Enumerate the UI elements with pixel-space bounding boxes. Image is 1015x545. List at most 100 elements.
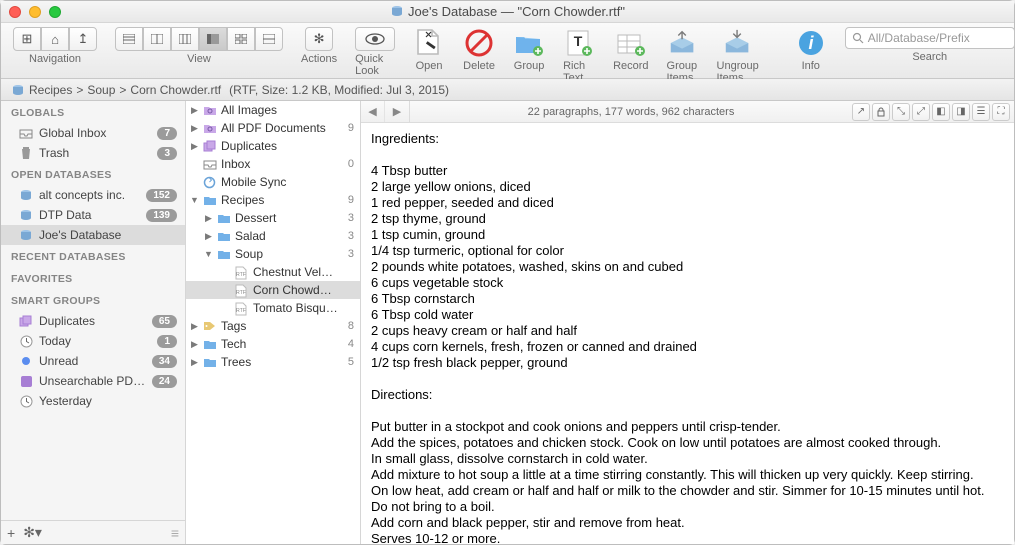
text-view-button[interactable]: ☰ — [972, 103, 990, 121]
zoom-window-button[interactable] — [49, 6, 61, 18]
browser-row[interactable]: ▼ Soup 3 — [186, 245, 360, 263]
browser-row-count: 9 — [342, 122, 354, 134]
view-split-button[interactable] — [143, 27, 171, 51]
sidebar-item[interactable]: Today 1 — [1, 331, 185, 351]
sidebar-item-label: Joe's Database — [39, 228, 177, 242]
sidebar-item[interactable]: Global Inbox 7 — [1, 123, 185, 143]
action-menu-button[interactable]: ✻▾ — [23, 524, 42, 541]
ungroup-items-button[interactable] — [722, 27, 754, 59]
open-button[interactable] — [413, 27, 445, 59]
browser-row[interactable]: ▶ All PDF Documents 9 — [186, 119, 360, 137]
browser-row[interactable]: ▶ Tags 8 — [186, 317, 360, 335]
move-button[interactable]: ⤢ — [912, 103, 930, 121]
record-button[interactable] — [615, 27, 647, 59]
disclosure-triangle-icon[interactable]: ▶ — [190, 321, 199, 332]
browser-row-label: Inbox — [221, 157, 338, 171]
width-fit-button[interactable]: ⤡ — [892, 103, 910, 121]
browser-row-count: 4 — [342, 338, 354, 350]
sidebar-item[interactable]: DTP Data 139 — [1, 205, 185, 225]
navigate-up-button[interactable]: ↥ — [69, 27, 97, 51]
folder-b-icon — [217, 248, 231, 260]
group-items-button[interactable] — [667, 27, 699, 59]
view-columns-button[interactable] — [171, 27, 199, 51]
resize-handle-icon[interactable]: ≡ — [171, 525, 179, 541]
pdf-icon — [19, 374, 33, 388]
doc-prev-button[interactable]: ◀ — [361, 101, 385, 122]
path-segment[interactable]: Recipes — [29, 83, 72, 97]
minimize-window-button[interactable] — [29, 6, 41, 18]
search-placeholder: All/Database/Prefix — [868, 31, 970, 45]
browser-row[interactable]: ▶ Salad 3 — [186, 227, 360, 245]
browser-row[interactable]: ▶ Trees 5 — [186, 353, 360, 371]
path-segment[interactable]: Corn Chowder.rtf — [130, 83, 221, 97]
toolbar-label: Search — [912, 51, 947, 63]
view-icons-button[interactable] — [227, 27, 255, 51]
database-icon — [390, 4, 404, 18]
rich-text-button[interactable]: T — [563, 27, 595, 59]
info-button[interactable]: i — [795, 27, 827, 59]
view-list-button[interactable] — [115, 27, 143, 51]
lock-button[interactable] — [872, 103, 890, 121]
inbox-icon — [203, 158, 217, 170]
sidebar-item[interactable]: Joe's Database — [1, 225, 185, 245]
add-button[interactable]: + — [7, 525, 15, 541]
quick-look-button[interactable] — [355, 27, 395, 51]
tags-icon — [203, 320, 217, 332]
navigate-home-button[interactable]: ⌂ — [41, 27, 69, 51]
sidebar-item-label: Duplicates — [39, 314, 146, 328]
browser-row-label: Tags — [221, 319, 338, 333]
search-field[interactable]: All/Database/Prefix — [845, 27, 1015, 49]
document-body[interactable]: Ingredients: 4 Tbsp butter 2 large yello… — [361, 123, 1014, 544]
browser-row-label: Corn Chowder.rtf — [253, 283, 338, 297]
dot-icon — [19, 354, 33, 368]
count-badge: 139 — [146, 209, 177, 222]
browser-row[interactable]: ▶ All Images — [186, 101, 360, 119]
sidebar-item[interactable]: Duplicates 65 — [1, 311, 185, 331]
browser-row[interactable]: ▶ Duplicates — [186, 137, 360, 155]
sidebar-right-button[interactable]: ◨ — [952, 103, 970, 121]
sidebar-item[interactable]: Yesterday — [1, 391, 185, 411]
fullscreen-button[interactable]: ⛶ — [992, 103, 1010, 121]
browser-row[interactable]: ▶ Tech 4 — [186, 335, 360, 353]
disclosure-triangle-icon[interactable]: ▶ — [190, 141, 199, 152]
browser-row[interactable]: RTF Chestnut Velouté.rtf — [186, 263, 360, 281]
disclosure-triangle-icon[interactable]: ▶ — [204, 213, 213, 224]
group-button[interactable] — [513, 27, 545, 59]
disclosure-triangle-icon[interactable]: ▶ — [190, 105, 199, 116]
browser-row-count: 3 — [342, 230, 354, 242]
browser-row-label: Mobile Sync — [221, 175, 338, 189]
sync-icon — [203, 176, 217, 188]
browser-row[interactable]: RTF Tomato Bisque.rtf — [186, 299, 360, 317]
sidebar-item[interactable]: alt concepts inc. 152 — [1, 185, 185, 205]
browser-row[interactable]: Mobile Sync — [186, 173, 360, 191]
title-bar: Joe's Database — "Corn Chowder.rtf" — [1, 1, 1014, 23]
browser-row[interactable]: Inbox 0 — [186, 155, 360, 173]
doc-next-button[interactable]: ▶ — [385, 101, 409, 122]
window-title: Joe's Database — "Corn Chowder.rtf" — [9, 4, 1006, 19]
disclosure-triangle-icon[interactable]: ▼ — [204, 249, 213, 259]
share-button[interactable]: ↗ — [852, 103, 870, 121]
sidebar-left-button[interactable]: ◧ — [932, 103, 950, 121]
path-meta: (RTF, Size: 1.2 KB, Modified: Jul 3, 201… — [229, 83, 449, 97]
delete-button[interactable] — [463, 27, 495, 59]
view-three-pane-button[interactable] — [199, 27, 227, 51]
close-window-button[interactable] — [9, 6, 21, 18]
browser-row[interactable]: RTF Corn Chowder.rtf — [186, 281, 360, 299]
disclosure-triangle-icon[interactable]: ▶ — [204, 231, 213, 242]
browser-row[interactable]: ▶ Dessert 3 — [186, 209, 360, 227]
inbox-icon — [19, 126, 33, 140]
actions-menu-button[interactable]: ✻ — [305, 27, 333, 51]
browser-row[interactable]: ▼ Recipes 9 — [186, 191, 360, 209]
navigate-back-button[interactable]: ⊞ — [13, 27, 41, 51]
sidebar-item[interactable]: Unread 34 — [1, 351, 185, 371]
path-segment[interactable]: Soup — [87, 83, 115, 97]
rtf-icon: RTF — [235, 284, 249, 296]
disclosure-triangle-icon[interactable]: ▶ — [190, 357, 199, 368]
folder-b-icon — [203, 356, 217, 368]
disclosure-triangle-icon[interactable]: ▶ — [190, 123, 199, 134]
disclosure-triangle-icon[interactable]: ▼ — [190, 195, 199, 205]
disclosure-triangle-icon[interactable]: ▶ — [190, 339, 199, 350]
view-tags-button[interactable] — [255, 27, 283, 51]
sidebar-item[interactable]: Trash 3 — [1, 143, 185, 163]
sidebar-item[interactable]: Unsearchable PDFs 24 — [1, 371, 185, 391]
